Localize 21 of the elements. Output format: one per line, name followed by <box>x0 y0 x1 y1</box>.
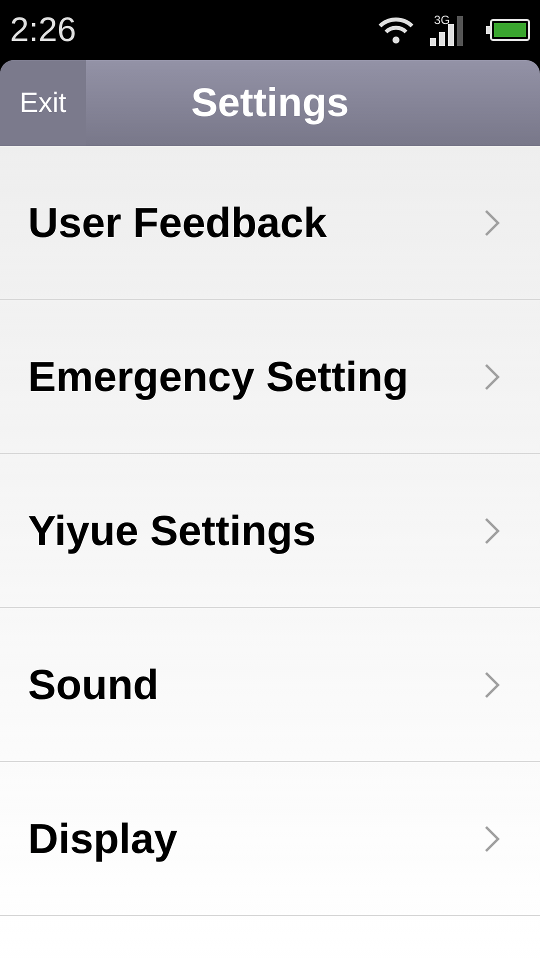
row-label: User Feedback <box>28 198 327 248</box>
chevron-icon <box>484 516 500 544</box>
row-label: Display <box>28 814 178 864</box>
wifi-icon <box>378 16 414 44</box>
row-label: Emergency Setting <box>28 352 408 402</box>
chevron-icon <box>484 824 500 852</box>
status-time: 2:26 <box>10 13 76 47</box>
settings-row[interactable]: User Feedback <box>0 146 540 300</box>
signal-icon <box>430 16 466 46</box>
settings-row[interactable]: Emergency Setting <box>0 300 540 454</box>
settings-row[interactable]: Sound <box>0 608 540 762</box>
chevron-icon <box>484 208 500 236</box>
battery-icon <box>486 19 530 41</box>
settings-row[interactable]: Yiyue Settings <box>0 454 540 608</box>
row-label: Sound <box>28 660 159 710</box>
settings-row[interactable]: Display <box>0 762 540 916</box>
chevron-icon <box>484 670 500 698</box>
chevron-icon <box>484 362 500 390</box>
network-label: 3G <box>434 14 450 26</box>
row-label: Yiyue Settings <box>28 506 316 556</box>
header-title: Settings <box>191 80 349 127</box>
